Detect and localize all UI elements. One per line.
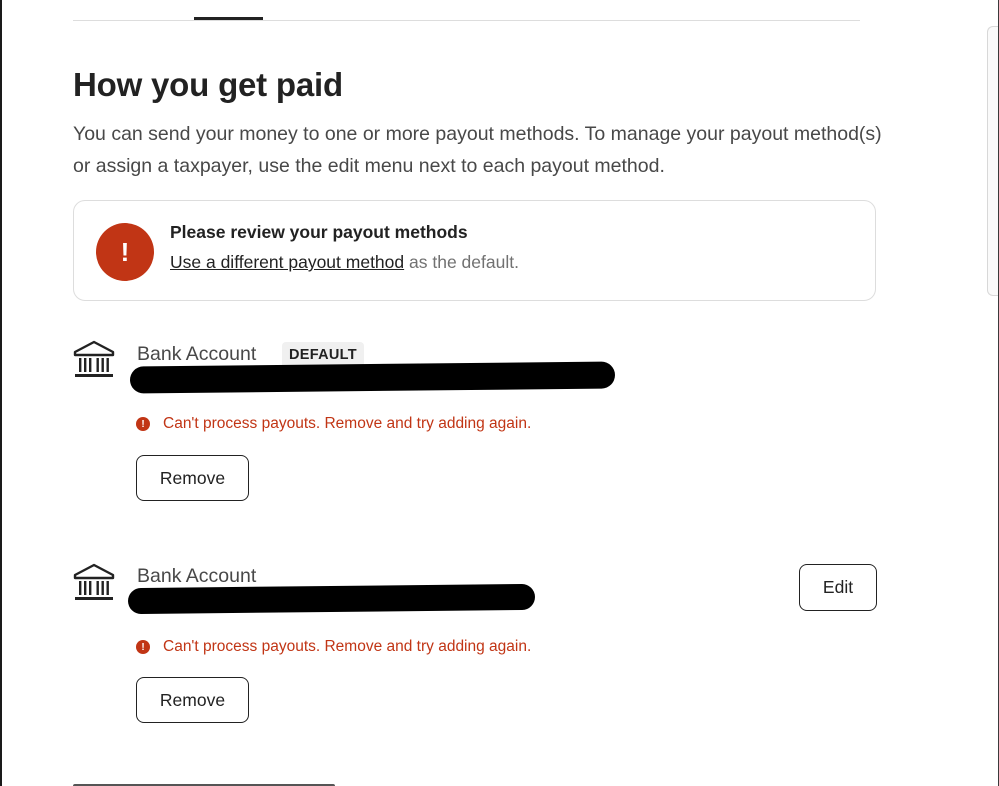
- payout-error: ! Can't process payouts. Remove and try …: [136, 638, 531, 656]
- bank-icon: [73, 340, 115, 377]
- tab-bar-divider: [73, 20, 860, 21]
- alert-body: Use a different payout method as the def…: [170, 252, 519, 273]
- payout-method-label: Bank Account: [137, 343, 257, 365]
- error-icon: !: [136, 417, 150, 431]
- redacted-account-details: [129, 361, 616, 394]
- review-alert: ! Please review your payout methods Use …: [73, 200, 876, 301]
- page-title: How you get paid: [73, 66, 343, 103]
- bank-icon: [73, 563, 115, 600]
- payout-method-label: Bank Account: [137, 565, 257, 587]
- error-icon: !: [136, 640, 150, 654]
- error-message: Can't process payouts. Remove and try ad…: [163, 415, 532, 432]
- remove-button[interactable]: Remove: [136, 677, 249, 723]
- remove-button[interactable]: Remove: [136, 455, 249, 501]
- edit-button[interactable]: Edit: [799, 564, 877, 611]
- scrollbar[interactable]: [987, 26, 998, 296]
- exclamation-icon: !: [96, 223, 154, 281]
- use-different-payout-method-link[interactable]: Use a different payout method: [170, 252, 404, 272]
- alert-trailing-text: as the default.: [404, 252, 519, 272]
- page-description: You can send your money to one or more p…: [73, 123, 882, 177]
- window-left-border: [0, 0, 2, 786]
- active-tab-indicator[interactable]: [194, 17, 263, 20]
- redacted-account-details: [127, 583, 536, 615]
- alert-title: Please review your payout methods: [170, 222, 468, 242]
- payout-error: ! Can't process payouts. Remove and try …: [136, 415, 531, 433]
- error-message: Can't process payouts. Remove and try ad…: [163, 638, 532, 655]
